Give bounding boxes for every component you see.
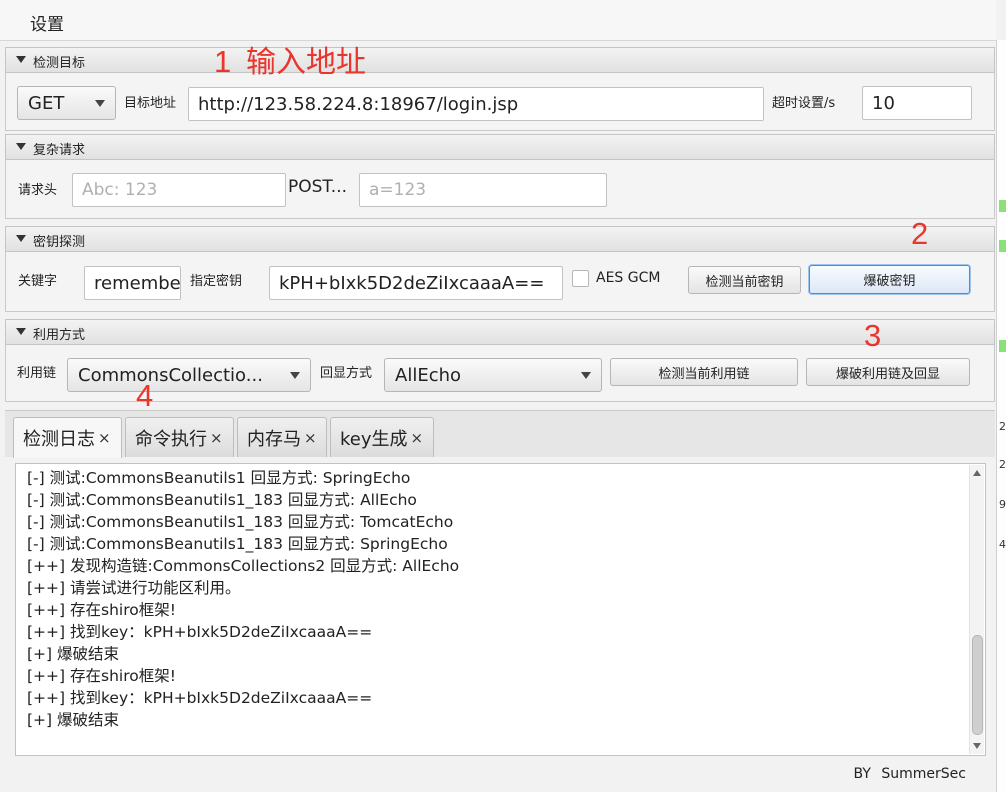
target-panel-header[interactable]: 检测目标	[5, 47, 995, 73]
close-icon[interactable]: ×	[304, 429, 317, 447]
timeout-label: 超时设置/s	[772, 96, 836, 111]
keyword-label: 关键字	[18, 274, 58, 289]
exploit-panel-header[interactable]: 利用方式	[5, 319, 995, 345]
log-line: [++] 找到key：kPH+bIxk5D2deZiIxcaaaA==	[27, 689, 373, 707]
close-icon[interactable]: ×	[98, 429, 111, 447]
annotation-number-4: 4	[136, 378, 154, 413]
complex-request-panel-header[interactable]: 复杂请求	[5, 134, 995, 160]
log-line: [+] 爆破结束	[27, 711, 120, 729]
brute-key-button[interactable]: 爆破密钥	[809, 265, 970, 294]
footer-credit: BY SummerSec	[853, 766, 966, 782]
edge-green-marker	[999, 200, 1006, 212]
tab-memshell[interactable]: 内存马 ×	[237, 417, 327, 457]
log-line: [++] 存在shiro框架!	[27, 667, 176, 685]
menu-settings[interactable]: 设置	[30, 10, 64, 35]
key-detect-panel-title: 密钥探测	[33, 235, 86, 250]
edge-glyph: 2	[999, 458, 1006, 470]
post-label: POST...	[288, 177, 348, 197]
tab-label: key生成	[340, 428, 408, 450]
detect-key-button[interactable]: 检测当前密钥	[688, 266, 801, 294]
menu-bar: 设置	[0, 0, 996, 41]
log-line: [-] 测试:CommonsBeanutils1_183 回显方式: Tomca…	[27, 513, 454, 531]
log-line: [++] 找到key：kPH+bIxk5D2deZiIxcaaaA==	[27, 623, 373, 641]
header-input[interactable]: Abc: 123	[72, 173, 286, 207]
chevron-down-icon	[581, 372, 591, 379]
collapse-arrow-icon	[16, 328, 26, 335]
header-label: 请求头	[18, 183, 58, 198]
echo-select[interactable]: AllEcho	[384, 358, 602, 392]
key-label: 指定密钥	[190, 274, 243, 289]
annotation-number-2: 2	[911, 216, 929, 251]
echo-label: 回显方式	[320, 366, 373, 381]
complex-request-panel-title: 复杂请求	[33, 143, 86, 158]
log-line: [++] 存在shiro框架!	[27, 601, 176, 619]
scroll-thumb[interactable]	[972, 635, 983, 735]
collapse-arrow-icon	[16, 56, 26, 63]
edge-green-marker	[999, 340, 1006, 352]
scroll-up-icon[interactable]	[973, 470, 981, 476]
tab-key-gen[interactable]: key生成 ×	[330, 417, 434, 457]
log-line: [-] 测试:CommonsBeanutils1_183 回显方式: AllEc…	[27, 491, 417, 509]
method-value: GET	[28, 92, 65, 114]
log-line: [++] 发现构造链:CommonsCollections2 回显方式: All…	[27, 557, 460, 575]
aes-gcm-label: AES GCM	[596, 270, 661, 286]
log-textarea[interactable]: [-] 测试:CommonsBeanutils1 回显方式: SpringEch…	[15, 463, 986, 756]
edge-green-marker	[999, 240, 1006, 252]
keyword-input[interactable]: rememberMe	[84, 266, 181, 300]
close-icon[interactable]: ×	[210, 429, 223, 447]
log-line: [-] 测试:CommonsBeanutils1_183 回显方式: Sprin…	[27, 535, 448, 553]
annotation-enter-address: 输入地址	[246, 46, 366, 79]
close-icon[interactable]: ×	[411, 429, 424, 447]
chain-select[interactable]: CommonsCollectio...	[67, 358, 311, 392]
edge-glyph: 2	[999, 420, 1006, 432]
chevron-down-icon	[95, 100, 105, 107]
detect-chain-button[interactable]: 检测当前利用链	[610, 358, 798, 386]
key-input[interactable]: kPH+bIxk5D2deZiIxcaaaA==	[269, 266, 563, 300]
post-input[interactable]: a=123	[359, 173, 607, 207]
scroll-down-icon[interactable]	[973, 743, 981, 749]
tab-command-exec[interactable]: 命令执行 ×	[125, 417, 234, 457]
tab-label: 检测日志	[23, 429, 95, 450]
target-panel-title: 检测目标	[33, 56, 86, 71]
collapse-arrow-icon	[16, 143, 26, 150]
edge-glyph: 4	[999, 538, 1006, 550]
annotation-number-3: 3	[864, 318, 882, 353]
timeout-input[interactable]: 10	[862, 86, 972, 120]
annotation-number-1: 1	[214, 44, 232, 79]
collapse-arrow-icon	[16, 235, 26, 242]
edge-glyph: 9	[999, 498, 1006, 510]
background-window-edge: 2 2 9 4	[996, 40, 1006, 792]
vertical-scrollbar[interactable]	[969, 465, 984, 754]
log-lines: [-] 测试:CommonsBeanutils1 回显方式: SpringEch…	[27, 467, 967, 731]
url-label: 目标地址	[124, 96, 177, 111]
tab-detect-log[interactable]: 检测日志 ×	[13, 417, 122, 458]
tab-label: 内存马	[247, 428, 301, 450]
brute-chain-button[interactable]: 爆破利用链及回显	[806, 358, 970, 386]
exploit-panel-title: 利用方式	[33, 328, 86, 343]
key-detect-panel-header[interactable]: 密钥探测	[5, 226, 995, 252]
echo-value: AllEcho	[395, 364, 462, 386]
chain-value: CommonsCollectio...	[78, 364, 263, 386]
log-line: [+] 爆破结束	[27, 645, 120, 663]
chain-label: 利用链	[17, 366, 57, 381]
log-line: [++] 请尝试进行功能区利用。	[27, 579, 241, 597]
log-line: [-] 测试:CommonsBeanutils1 回显方式: SpringEch…	[27, 469, 411, 487]
method-select[interactable]: GET	[17, 86, 116, 120]
chevron-down-icon	[290, 372, 300, 379]
aes-gcm-checkbox[interactable]	[572, 270, 589, 287]
url-input[interactable]: http://123.58.224.8:18967/login.jsp	[188, 87, 764, 121]
tab-label: 命令执行	[135, 428, 207, 450]
